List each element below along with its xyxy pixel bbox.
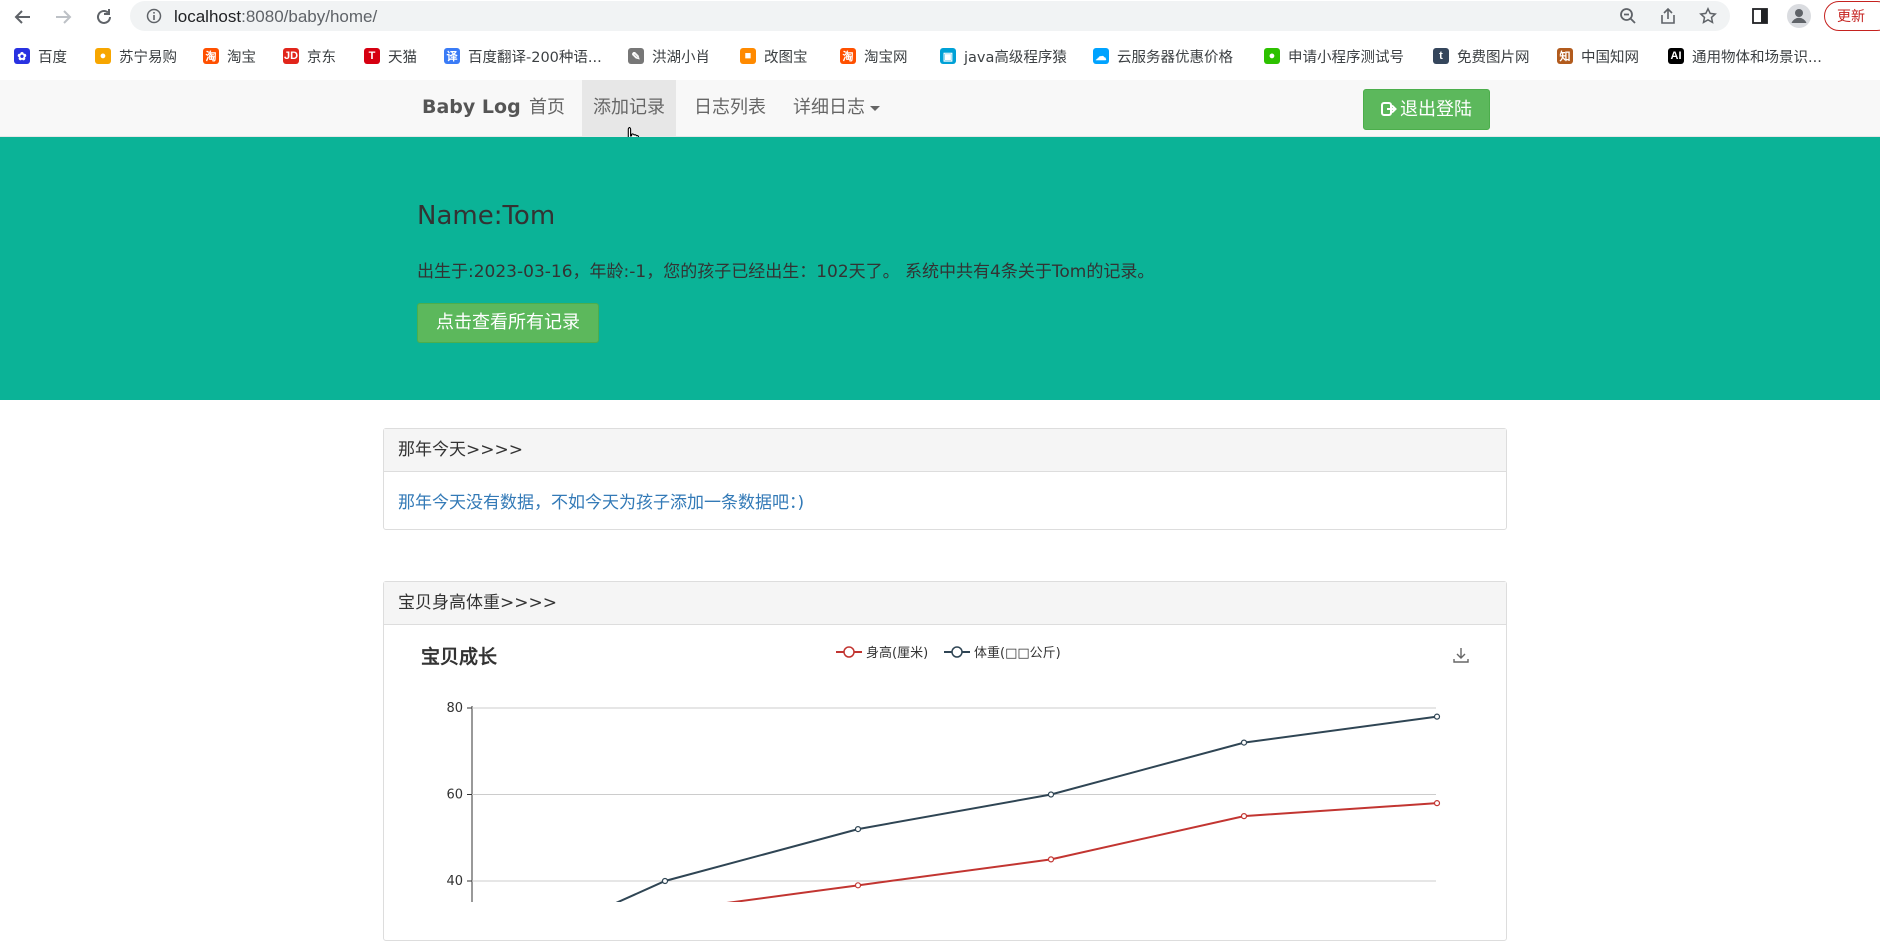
bookmark-item[interactable]: ● 苏宁易购: [95, 45, 177, 67]
data-point: [1433, 713, 1441, 720]
hero-banner: Name:Tom 出生于:2023-03-16，年龄:-1，您的孩子已经出生：1…: [0, 137, 1880, 400]
y-tick-label: 80: [446, 701, 463, 716]
logout-label: 退出登陆: [1400, 99, 1472, 120]
cloud-icon: ☁: [1093, 48, 1109, 64]
sign-out-icon: [1381, 92, 1397, 131]
taobao-icon: 淘: [840, 48, 856, 64]
update-button[interactable]: 更新: [1824, 1, 1880, 31]
nav-detail-log-dropdown[interactable]: 详细日志: [782, 80, 891, 136]
zoom-icon[interactable]: [1618, 6, 1638, 26]
on-this-day-heading: 那年今天>>>>: [384, 429, 1506, 472]
bookmarks-bar: ✿ 百度 ● 苏宁易购淘淘宝 JD 京东 T 天猫译百度翻译-200种语... ✎ 洪湖小肖 ■ 改图…: [0, 33, 1880, 80]
growth-chart-panel: 宝贝身高体重>>>> 宝贝成长 身高(厘米) 体重(□□公斤) 40 60 80: [383, 581, 1507, 941]
bookmark-label: 申请小程序测试号: [1288, 49, 1404, 66]
bilibili-icon: ▣: [940, 48, 956, 64]
bookmark-label: 通用物体和场景识...: [1692, 49, 1822, 66]
reload-icon[interactable]: [92, 0, 116, 33]
bookmark-star-icon[interactable]: [1698, 6, 1718, 26]
bookmark-label: 淘宝: [227, 49, 256, 66]
series-line-1: [615, 715, 1438, 902]
taobao-icon: 淘: [203, 48, 219, 64]
bookmark-item[interactable]: 淘淘宝: [203, 45, 256, 67]
bookmark-item[interactable]: 知中国知网: [1557, 45, 1639, 67]
data-point: [661, 877, 669, 885]
tumblr-icon: t: [1433, 48, 1449, 64]
data-point: [1433, 800, 1441, 807]
back-icon[interactable]: [11, 0, 35, 33]
on-this-day-message: 那年今天没有数据，不如今天为孩子添加一条数据吧：): [398, 493, 805, 513]
y-tick-label: 40: [446, 874, 463, 889]
bookmark-item[interactable]: AI 通用物体和场景识...: [1668, 45, 1822, 67]
suning-lion-icon: ●: [95, 48, 111, 64]
bookmark-label: 云服务器优惠价格: [1117, 49, 1233, 66]
site-info-icon[interactable]: [146, 8, 162, 28]
bookmark-label: 百度翻译-200种语...: [468, 49, 602, 66]
bookmark-item[interactable]: 译百度翻译-200种语...: [444, 45, 602, 67]
translate-icon: 译: [444, 48, 460, 64]
cnki-icon: 知: [1557, 48, 1573, 64]
nav-home[interactable]: 首页: [518, 80, 576, 136]
chevron-down-icon: [870, 105, 880, 111]
bookmark-label: 天猫: [388, 49, 417, 66]
gaitubao-icon: ■: [740, 48, 756, 64]
bookmark-label: 苏宁易购: [119, 49, 177, 66]
wechat-icon: ●: [1264, 48, 1280, 64]
bookmark-item[interactable]: JD 京东: [283, 45, 336, 67]
bookmark-label: 淘宝网: [864, 49, 908, 66]
baidu-paw-icon: ✿: [14, 48, 30, 64]
baby-summary-text: 出生于:2023-03-16，年龄:-1，您的孩子已经出生：102天了。 系统中…: [417, 262, 1155, 282]
browser-toolbar: localhost:8080/baby/home/ 更新: [0, 0, 1880, 33]
bookmark-label: 京东: [307, 49, 336, 66]
bookmark-label: 百度: [38, 49, 67, 66]
bookmark-label: 中国知网: [1581, 49, 1639, 66]
data-point: [854, 826, 862, 833]
series-line-0: [726, 802, 1438, 902]
data-point: [1240, 813, 1248, 820]
bookmark-item[interactable]: ▣ java高级程序猿: [940, 45, 1067, 67]
baby-name-heading: Name:Tom: [417, 201, 556, 231]
ai-icon: AI: [1668, 48, 1684, 64]
brand-logo[interactable]: Baby Log: [422, 96, 521, 118]
data-point: [1240, 739, 1248, 746]
view-all-records-button[interactable]: 点击查看所有记录: [417, 303, 599, 343]
bookmark-item[interactable]: t 免费图片网: [1433, 45, 1530, 67]
bookmark-label: 洪湖小肖: [652, 49, 710, 66]
bookmark-item[interactable]: 淘淘宝网: [840, 45, 908, 67]
data-point: [1047, 791, 1055, 798]
bookmark-label: java高级程序猿: [964, 49, 1067, 66]
bookmark-label: 改图宝: [764, 49, 808, 66]
data-point: [1047, 856, 1055, 863]
forward-icon[interactable]: [51, 0, 75, 33]
y-tick-label: 60: [446, 788, 463, 803]
address-bar[interactable]: localhost:8080/baby/home/: [130, 1, 1730, 31]
bookmark-item[interactable]: ☁ 云服务器优惠价格: [1093, 45, 1233, 67]
bookmark-label: 免费图片网: [1457, 49, 1530, 66]
bookmark-item[interactable]: ■ 改图宝: [740, 45, 808, 67]
data-point: [854, 882, 862, 889]
bookmark-item[interactable]: ● 申请小程序测试号: [1264, 45, 1404, 67]
on-this-day-panel: 那年今天>>>> 那年今天没有数据，不如今天为孩子添加一条数据吧：): [383, 428, 1507, 530]
nav-log-list[interactable]: 日志列表: [683, 80, 777, 136]
jd-icon: JD: [283, 48, 299, 64]
tmall-icon: T: [364, 48, 380, 64]
quill-icon: ✎: [628, 48, 644, 64]
url-text: localhost:8080/baby/home/: [174, 7, 378, 26]
side-panel-icon[interactable]: [1747, 3, 1773, 29]
profile-avatar-icon[interactable]: [1786, 3, 1812, 29]
site-navbar: Baby Log 首页 添加记录 日志列表 详细日志 退出登陆: [0, 80, 1880, 137]
logout-button[interactable]: 退出登陆: [1363, 89, 1490, 130]
bookmark-item[interactable]: ✿ 百度: [14, 45, 67, 67]
bookmark-item[interactable]: T 天猫: [364, 45, 417, 67]
share-icon[interactable]: [1658, 6, 1678, 26]
nav-detail-log-label: 详细日志: [793, 97, 865, 118]
bookmark-item[interactable]: ✎ 洪湖小肖: [628, 45, 710, 67]
growth-line-chart: 40 60 80: [446, 701, 1441, 902]
